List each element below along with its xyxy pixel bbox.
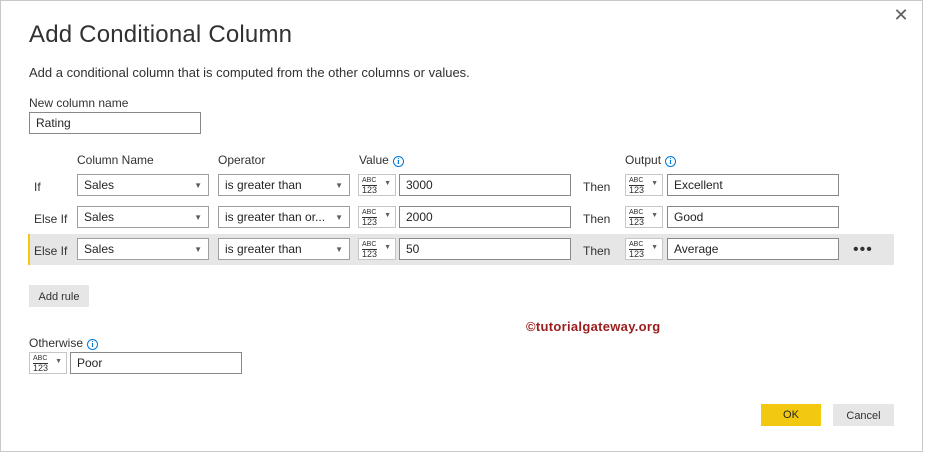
column-name-header: Column Name — [77, 153, 154, 167]
chevron-down-icon: ▼ — [335, 245, 343, 254]
chevron-down-icon: ▼ — [384, 212, 391, 219]
operator-value: is greater than — [225, 178, 302, 192]
column-name-value: Sales — [84, 242, 115, 256]
add-rule-button[interactable]: Add rule — [29, 285, 89, 307]
type-icon-abc: ABC — [33, 355, 48, 362]
chevron-down-icon: ▼ — [651, 212, 658, 219]
value-type-selector[interactable]: ABC 123 ▼ — [358, 238, 396, 260]
column-name-value: Sales — [84, 210, 115, 224]
type-icon-abc: ABC — [629, 177, 644, 184]
chevron-down-icon: ▼ — [194, 245, 202, 254]
value-input[interactable]: 3000 — [399, 174, 571, 196]
dialog-title: Add Conditional Column — [29, 21, 293, 48]
rule-prefix: Else If — [34, 212, 68, 226]
value-type-selector[interactable]: ABC 123 ▼ — [358, 174, 396, 196]
info-icon[interactable]: i — [392, 156, 404, 167]
operator-value: is greater than — [225, 242, 302, 256]
otherwise-header: Otherwise i — [29, 336, 99, 350]
value-input[interactable]: 50 — [399, 238, 571, 260]
type-icon-123: 123 — [629, 185, 645, 195]
value-header-label: Value — [359, 153, 389, 167]
type-icon-123: 123 — [629, 249, 645, 259]
chevron-down-icon: ▼ — [651, 180, 658, 187]
column-name-dropdown[interactable]: Sales ▼ — [77, 174, 209, 196]
type-icon-abc: ABC — [629, 209, 644, 216]
more-options-icon[interactable]: ••• — [853, 241, 873, 259]
cancel-button[interactable]: Cancel — [833, 404, 894, 426]
close-icon[interactable]: ✕ — [892, 6, 910, 25]
operator-header: Operator — [218, 153, 266, 167]
type-icon-abc: ABC — [362, 177, 377, 184]
info-icon[interactable]: i — [87, 339, 99, 350]
output-input[interactable]: Excellent — [667, 174, 839, 196]
new-column-name-label: New column name — [29, 96, 129, 110]
otherwise-type-selector[interactable]: ABC 123 ▼ — [29, 352, 67, 374]
info-icon[interactable]: i — [665, 156, 677, 167]
output-type-selector[interactable]: ABC 123 ▼ — [625, 206, 663, 228]
type-icon-abc: ABC — [629, 241, 644, 248]
column-name-value: Sales — [84, 178, 115, 192]
operator-value: is greater than or... — [225, 210, 326, 224]
type-icon-123: 123 — [362, 217, 378, 227]
chevron-down-icon: ▼ — [335, 181, 343, 190]
chevron-down-icon: ▼ — [384, 244, 391, 251]
ok-button[interactable]: OK — [761, 404, 821, 426]
type-icon-123: 123 — [362, 185, 378, 195]
output-type-selector[interactable]: ABC 123 ▼ — [625, 174, 663, 196]
chevron-down-icon: ▼ — [194, 181, 202, 190]
output-header: Output i — [625, 153, 677, 167]
watermark-text: ©tutorialgateway.org — [526, 319, 661, 334]
output-input[interactable]: Good — [667, 206, 839, 228]
operator-dropdown[interactable]: is greater than ▼ — [218, 238, 350, 260]
chevron-down-icon: ▼ — [384, 180, 391, 187]
chevron-down-icon: ▼ — [55, 358, 62, 365]
value-header: Value i — [359, 153, 404, 167]
otherwise-label: Otherwise — [29, 336, 84, 350]
type-icon-abc: ABC — [362, 241, 377, 248]
column-name-dropdown[interactable]: Sales ▼ — [77, 206, 209, 228]
new-column-name-input[interactable]: Rating — [29, 112, 201, 134]
dialog-description: Add a conditional column that is compute… — [29, 65, 470, 80]
rule-prefix: Else If — [34, 244, 68, 258]
operator-dropdown[interactable]: is greater than ▼ — [218, 174, 350, 196]
value-type-selector[interactable]: ABC 123 ▼ — [358, 206, 396, 228]
chevron-down-icon: ▼ — [651, 244, 658, 251]
type-icon-123: 123 — [629, 217, 645, 227]
output-header-label: Output — [625, 153, 662, 167]
otherwise-input[interactable]: Poor — [70, 352, 242, 374]
add-conditional-column-dialog: ✕ Add Conditional Column Add a condition… — [0, 0, 923, 452]
chevron-down-icon: ▼ — [194, 213, 202, 222]
rule-prefix: If — [34, 180, 41, 194]
chevron-down-icon: ▼ — [335, 213, 343, 222]
column-name-dropdown[interactable]: Sales ▼ — [77, 238, 209, 260]
value-input[interactable]: 2000 — [399, 206, 571, 228]
output-input[interactable]: Average — [667, 238, 839, 260]
then-label: Then — [583, 244, 611, 258]
output-type-selector[interactable]: ABC 123 ▼ — [625, 238, 663, 260]
then-label: Then — [583, 180, 611, 194]
type-icon-123: 123 — [33, 363, 49, 373]
type-icon-abc: ABC — [362, 209, 377, 216]
operator-dropdown[interactable]: is greater than or... ▼ — [218, 206, 350, 228]
then-label: Then — [583, 212, 611, 226]
type-icon-123: 123 — [362, 249, 378, 259]
